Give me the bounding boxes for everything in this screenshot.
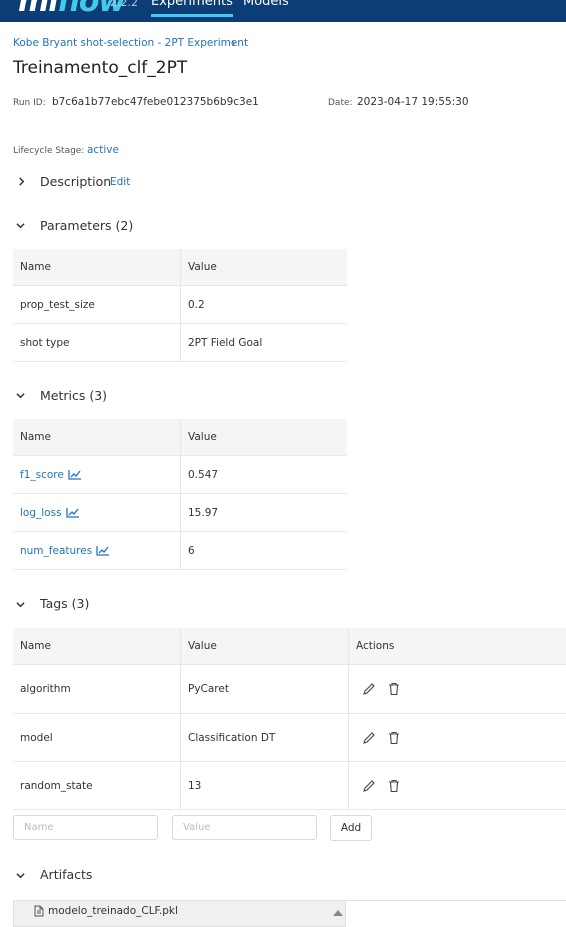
tag-name: model — [13, 713, 181, 762]
nav-models[interactable]: Models — [243, 0, 289, 9]
column-header-name: Name — [13, 419, 181, 456]
column-header-name: Name — [13, 249, 181, 286]
table-row: f1_score 0.547 — [13, 455, 347, 494]
column-header-value: Value — [180, 419, 347, 456]
run-id-value: b7c6a1b77ebc47febe012375b6b9c3e1 — [52, 96, 259, 108]
parameters-title[interactable]: Parameters (2) — [40, 218, 133, 233]
metric-link-num-features[interactable]: num_features — [20, 545, 92, 557]
edit-pencil-icon[interactable] — [362, 731, 376, 745]
column-header-value: Value — [180, 249, 347, 286]
metric-value: 6 — [180, 531, 347, 570]
breadcrumb-experiment[interactable]: Kobe Bryant shot-selection - 2PT Experim… — [13, 37, 248, 49]
chevron-down-icon[interactable] — [16, 391, 25, 400]
breadcrumb-separator: › — [231, 36, 236, 50]
date-value: 2023-04-17 19:55:30 — [357, 96, 469, 108]
date-label: Date: — [328, 98, 353, 108]
metric-link-f1-score[interactable]: f1_score — [20, 469, 64, 481]
param-name: shot type — [13, 323, 181, 362]
param-value: 0.2 — [180, 285, 347, 324]
add-tag-button[interactable]: Add — [330, 815, 372, 841]
parameters-table: Name Value prop_test_size 0.2 shot type 2PT… — [13, 249, 347, 362]
chevron-down-icon[interactable] — [16, 600, 25, 609]
tag-value-input[interactable]: Value — [172, 815, 317, 840]
tag-name-input[interactable]: Name — [13, 815, 158, 840]
artifact-file-row[interactable]: modelo_treinado_CLF.pkl — [13, 900, 346, 927]
metric-link-log-loss[interactable]: log_loss — [20, 507, 62, 519]
column-header-actions: Actions — [348, 628, 566, 665]
param-value: 2PT Field Goal — [180, 323, 347, 362]
tag-name: algorithm — [13, 664, 181, 714]
tags-table: Name Value Actions algorithm PyCaret model C… — [13, 628, 566, 810]
column-header-name: Name — [13, 628, 181, 665]
file-icon — [34, 905, 44, 917]
edit-pencil-icon[interactable] — [362, 682, 376, 696]
tag-value: Classification DT — [180, 713, 349, 762]
edit-pencil-icon[interactable] — [362, 779, 376, 793]
param-name: prop_test_size — [13, 285, 181, 324]
tag-name: random_state — [13, 761, 181, 810]
artifacts-title[interactable]: Artifacts — [40, 867, 92, 882]
table-row: random_state 13 — [13, 761, 566, 810]
table-row: log_loss 15.97 — [13, 493, 347, 532]
description-title[interactable]: Description — [40, 174, 111, 189]
artifact-filename: modelo_treinado_CLF.pkl — [48, 905, 178, 917]
metrics-title[interactable]: Metrics (3) — [40, 388, 107, 403]
scroll-up-icon[interactable] — [333, 909, 343, 916]
trash-icon[interactable] — [387, 731, 401, 745]
metrics-table: Name Value f1_score 0.547 log_loss 15.97 nu… — [13, 419, 347, 570]
line-chart-icon[interactable] — [65, 507, 80, 518]
page-title: Treinamento_clf_2PT — [13, 58, 188, 78]
lifecycle-label: Lifecycle Stage: — [13, 146, 85, 156]
chevron-down-icon[interactable] — [16, 221, 25, 230]
trash-icon[interactable] — [387, 682, 401, 696]
trash-icon[interactable] — [387, 779, 401, 793]
chevron-down-icon[interactable] — [16, 871, 25, 880]
table-row: shot type 2PT Field Goal — [13, 323, 347, 362]
run-id-label: Run ID: — [13, 98, 46, 108]
metric-value: 0.547 — [180, 455, 347, 494]
line-chart-icon[interactable] — [68, 469, 82, 480]
tags-title[interactable]: Tags (3) — [40, 596, 89, 611]
description-edit-link[interactable]: Edit — [110, 176, 130, 188]
lifecycle-value: active — [87, 144, 119, 156]
chevron-right-icon[interactable] — [17, 177, 26, 186]
top-navbar: mlflow 2.2.2 Experiments Models — [0, 0, 566, 22]
table-row: num_features 6 — [13, 531, 347, 570]
tag-value: 13 — [180, 761, 349, 810]
tag-value: PyCaret — [180, 664, 349, 714]
table-row: algorithm PyCaret — [13, 664, 566, 714]
table-row: model Classification DT — [13, 713, 566, 762]
table-row: prop_test_size 0.2 — [13, 285, 347, 324]
metric-value: 15.97 — [180, 493, 347, 532]
column-header-value: Value — [180, 628, 349, 665]
divider — [346, 900, 566, 901]
line-chart-icon[interactable] — [96, 545, 110, 556]
nav-experiments[interactable]: Experiments — [151, 0, 233, 17]
version-label: 2.2.2 — [110, 0, 138, 9]
